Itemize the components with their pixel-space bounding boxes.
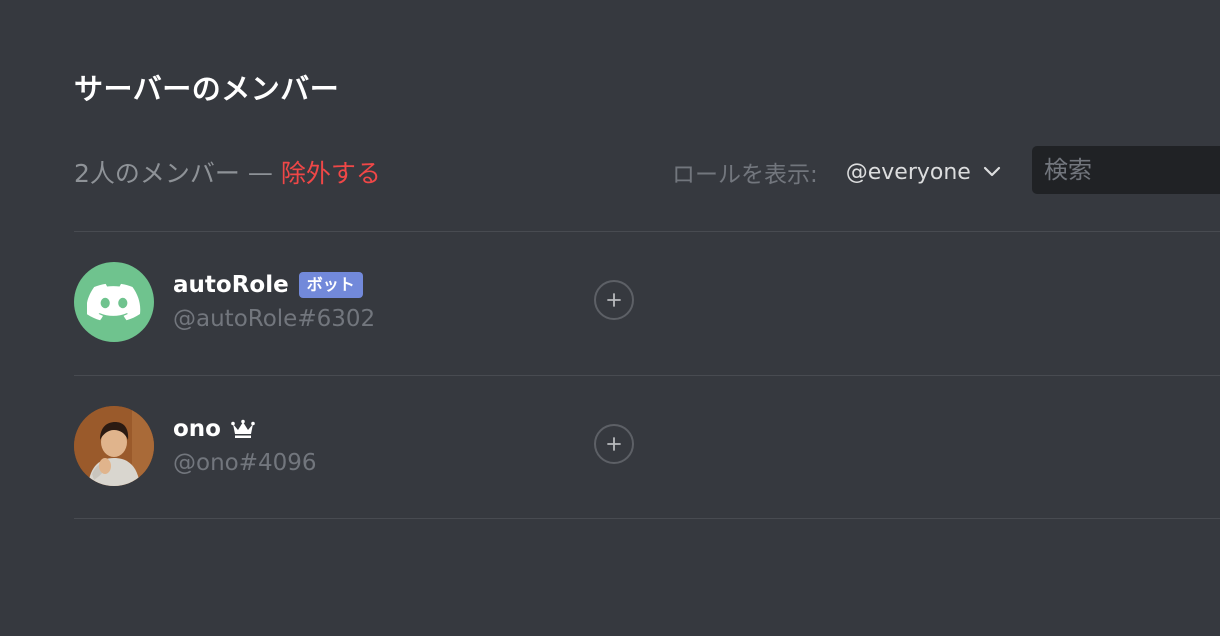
search-box[interactable] [1032,146,1220,194]
member-tag: @ono#4096 [173,450,317,476]
divider [74,231,1220,232]
prune-members-link[interactable]: 除外する [281,154,381,190]
bot-badge: ボット [298,272,363,298]
add-role-button[interactable] [594,280,634,320]
crown-icon [231,419,255,439]
avatar[interactable] [74,406,154,486]
role-filter-dropdown[interactable]: @everyone [846,160,1001,185]
member-count-header: 2人のメンバー — 除外する [74,152,381,192]
user-photo-icon [74,406,154,486]
add-role-button[interactable] [594,424,634,464]
search-input[interactable] [1044,156,1204,184]
member-row[interactable]: ono @ono#4096 [74,406,1220,486]
member-row[interactable]: autoRole ボット @autoRole#6302 [74,262,1220,342]
role-filter: ロールを表示: @everyone [672,152,1001,192]
member-name[interactable]: autoRole [173,272,289,298]
plus-icon [607,293,621,307]
page-title: サーバーのメンバー [74,72,340,106]
separator: — [247,157,273,187]
divider [74,518,1220,519]
member-count: 2人のメンバー [74,159,240,188]
divider [74,375,1220,376]
chevron-down-icon [983,166,1000,177]
member-name-line: ono [173,414,255,444]
member-name-line: autoRole ボット [173,270,363,300]
role-filter-value: @everyone [845,159,971,185]
member-tag: @autoRole#6302 [173,306,376,332]
plus-icon [607,437,621,451]
member-name[interactable]: ono [173,416,221,442]
discord-logo-icon [87,283,141,321]
avatar[interactable] [74,262,154,342]
server-members-page: サーバーのメンバー 2人のメンバー — 除外する ロールを表示: @everyo… [0,0,1220,636]
role-filter-label: ロールを表示: [672,162,818,188]
